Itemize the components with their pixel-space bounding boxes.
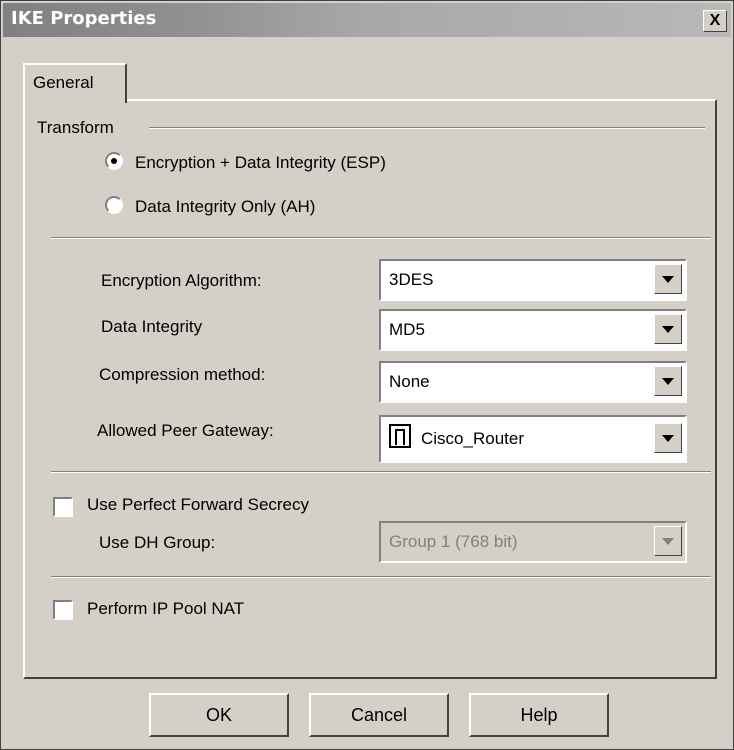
transform-group-label: Transform bbox=[37, 118, 114, 137]
dh-group-label: Use DH Group: bbox=[99, 533, 216, 552]
help-button[interactable]: Help bbox=[469, 693, 609, 737]
radio-esp[interactable] bbox=[105, 152, 123, 170]
encryption-algorithm-select[interactable]: 3DES bbox=[379, 259, 687, 301]
chevron-down-icon[interactable] bbox=[654, 526, 682, 556]
allowed-peer-gateway-label: Allowed Peer Gateway: bbox=[97, 421, 274, 440]
encryption-algorithm-value: 3DES bbox=[389, 270, 434, 289]
data-integrity-select[interactable]: MD5 bbox=[379, 309, 687, 351]
pfs-checkbox-label[interactable]: Use Perfect Forward Secrecy bbox=[87, 495, 309, 515]
window-title: IKE Properties bbox=[11, 8, 157, 29]
transform-group-line bbox=[149, 127, 705, 129]
dh-group-select[interactable]: Group 1 (768 bit) bbox=[379, 521, 687, 563]
compression-method-value: None bbox=[389, 372, 430, 391]
allowed-peer-gateway-select[interactable]: Cisco_Router bbox=[379, 415, 687, 463]
tab-general-label: General bbox=[33, 73, 94, 92]
ip-pool-nat-checkbox[interactable] bbox=[53, 600, 73, 620]
encryption-algorithm-label: Encryption Algorithm: bbox=[101, 271, 262, 290]
close-button[interactable]: X bbox=[703, 10, 727, 32]
data-integrity-value: MD5 bbox=[389, 320, 425, 339]
data-integrity-label: Data Integrity bbox=[101, 317, 203, 336]
ip-pool-nat-label[interactable]: Perform IP Pool NAT bbox=[87, 599, 244, 619]
separator-3 bbox=[51, 576, 711, 578]
chevron-down-icon[interactable] bbox=[654, 423, 682, 453]
radio-ah-label[interactable]: Data Integrity Only (AH) bbox=[135, 197, 315, 217]
ok-button[interactable]: OK bbox=[149, 693, 289, 737]
chevron-down-icon[interactable] bbox=[654, 314, 682, 344]
ike-properties-dialog: IKE Properties X General Transform Encry… bbox=[0, 0, 734, 750]
pfs-checkbox[interactable] bbox=[53, 497, 73, 517]
gateway-icon bbox=[389, 424, 411, 448]
allowed-peer-gateway-value: Cisco_Router bbox=[421, 429, 524, 448]
compression-method-label: Compression method: bbox=[99, 365, 266, 384]
cancel-button[interactable]: Cancel bbox=[309, 693, 449, 737]
tab-general[interactable]: General bbox=[23, 63, 127, 103]
compression-method-select[interactable]: None bbox=[379, 361, 687, 403]
separator-1 bbox=[51, 237, 711, 239]
radio-ah[interactable] bbox=[105, 196, 123, 214]
radio-selected-dot bbox=[111, 158, 117, 164]
chevron-down-icon[interactable] bbox=[654, 264, 682, 294]
chevron-down-icon[interactable] bbox=[654, 366, 682, 396]
title-bar[interactable]: IKE Properties X bbox=[3, 3, 731, 37]
separator-2 bbox=[51, 471, 711, 473]
radio-esp-label[interactable]: Encryption + Data Integrity (ESP) bbox=[135, 153, 386, 173]
dh-group-value: Group 1 (768 bit) bbox=[389, 532, 518, 551]
